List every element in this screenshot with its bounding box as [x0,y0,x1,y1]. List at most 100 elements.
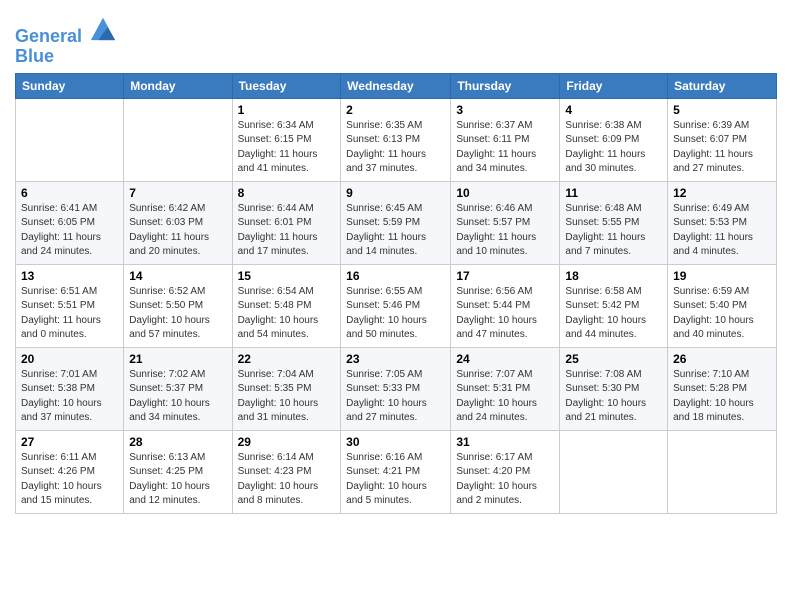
day-info: Sunrise: 7:04 AMSunset: 5:35 PMDaylight:… [238,368,336,426]
col-header-saturday: Saturday [668,73,777,98]
day-number: 28 [129,435,226,449]
calendar-table: SundayMondayTuesdayWednesdayThursdayFrid… [15,73,777,514]
day-info: Sunrise: 7:07 AMSunset: 5:31 PMDaylight:… [456,368,554,426]
day-info: Sunrise: 6:49 AMSunset: 5:53 PMDaylight:… [673,202,771,260]
calendar-cell: 23 Sunrise: 7:05 AMSunset: 5:33 PMDayligh… [341,347,451,430]
calendar-cell: 29Sunrise: 6:14 AMSunset: 4:23 PMDayligh… [232,430,341,513]
calendar-cell: 5 Sunrise: 6:39 AMSunset: 6:07 PMDaylight… [668,98,777,181]
day-info: Sunrise: 6:42 AMSunset: 6:03 PMDaylight:… [129,202,226,260]
calendar-cell: 17Sunrise: 6:56 AMSunset: 5:44 PMDayligh… [451,264,560,347]
header: General Blue [15,10,777,67]
calendar-cell: 8Sunrise: 6:44 AMSunset: 6:01 PMDaylight… [232,181,341,264]
day-number: 4 [565,103,662,117]
calendar-cell: 21 Sunrise: 7:02 AMSunset: 5:37 PMDayligh… [124,347,232,430]
day-number: 5 [673,103,771,117]
day-info: Sunrise: 7:01 AMSunset: 5:38 PMDaylight:… [21,368,118,426]
day-number: 6 [21,186,118,200]
calendar-week-row: 1 Sunrise: 6:34 AMSunset: 6:15 PMDaylight… [16,98,777,181]
day-info: Sunrise: 6:58 AMSunset: 5:42 PMDaylight:… [565,285,662,343]
day-number: 18 [565,269,662,283]
day-info: Sunrise: 6:34 AMSunset: 6:15 PMDaylight:… [238,119,336,177]
calendar-cell: 6Sunrise: 6:41 AMSunset: 6:05 PMDaylight… [16,181,124,264]
calendar-cell: 18 Sunrise: 6:58 AMSunset: 5:42 PMDayligh… [560,264,668,347]
calendar-cell: 3 Sunrise: 6:37 AMSunset: 6:11 PMDaylight… [451,98,560,181]
day-info: Sunrise: 6:11 AMSunset: 4:26 PMDaylight:… [21,451,118,509]
day-info: Sunrise: 7:10 AMSunset: 5:28 PMDaylight:… [673,368,771,426]
day-info: Sunrise: 6:55 AMSunset: 5:46 PMDaylight:… [346,285,445,343]
calendar-cell: 4 Sunrise: 6:38 AMSunset: 6:09 PMDaylight… [560,98,668,181]
calendar-cell: 11 Sunrise: 6:48 AMSunset: 5:55 PMDayligh… [560,181,668,264]
page: General Blue SundayMondayTuesdayWednesda… [0,0,792,524]
calendar-cell [16,98,124,181]
logo-blue: Blue [15,47,117,67]
calendar-cell: 16 Sunrise: 6:55 AMSunset: 5:46 PMDayligh… [341,264,451,347]
calendar-cell: 9 Sunrise: 6:45 AMSunset: 5:59 PMDaylight… [341,181,451,264]
calendar-week-row: 13 Sunrise: 6:51 AMSunset: 5:51 PMDayligh… [16,264,777,347]
calendar-cell: 15Sunrise: 6:54 AMSunset: 5:48 PMDayligh… [232,264,341,347]
day-number: 14 [129,269,226,283]
calendar-cell: 19 Sunrise: 6:59 AMSunset: 5:40 PMDayligh… [668,264,777,347]
calendar-cell [560,430,668,513]
day-number: 26 [673,352,771,366]
calendar-cell: 28 Sunrise: 6:13 AMSunset: 4:25 PMDayligh… [124,430,232,513]
logo-general: General [15,26,82,46]
day-number: 9 [346,186,445,200]
logo-icon [89,14,117,42]
day-number: 3 [456,103,554,117]
calendar-cell: 13 Sunrise: 6:51 AMSunset: 5:51 PMDayligh… [16,264,124,347]
calendar-cell: 10Sunrise: 6:46 AMSunset: 5:57 PMDayligh… [451,181,560,264]
day-number: 19 [673,269,771,283]
col-header-wednesday: Wednesday [341,73,451,98]
calendar-cell [124,98,232,181]
day-info: Sunrise: 7:05 AMSunset: 5:33 PMDaylight:… [346,368,445,426]
day-info: Sunrise: 6:16 AMSunset: 4:21 PMDaylight:… [346,451,445,509]
calendar-cell: 26 Sunrise: 7:10 AMSunset: 5:28 PMDayligh… [668,347,777,430]
day-number: 30 [346,435,445,449]
day-number: 25 [565,352,662,366]
calendar-week-row: 20Sunrise: 7:01 AMSunset: 5:38 PMDayligh… [16,347,777,430]
day-info: Sunrise: 6:39 AMSunset: 6:07 PMDaylight:… [673,119,771,177]
day-number: 29 [238,435,336,449]
day-number: 31 [456,435,554,449]
calendar-cell: 2 Sunrise: 6:35 AMSunset: 6:13 PMDaylight… [341,98,451,181]
calendar-cell: 24 Sunrise: 7:07 AMSunset: 5:31 PMDayligh… [451,347,560,430]
day-number: 11 [565,186,662,200]
day-number: 13 [21,269,118,283]
calendar-cell: 31 Sunrise: 6:17 AMSunset: 4:20 PMDayligh… [451,430,560,513]
calendar-cell [668,430,777,513]
day-info: Sunrise: 6:38 AMSunset: 6:09 PMDaylight:… [565,119,662,177]
col-header-friday: Friday [560,73,668,98]
day-number: 16 [346,269,445,283]
day-info: Sunrise: 6:44 AMSunset: 6:01 PMDaylight:… [238,202,336,260]
col-header-monday: Monday [124,73,232,98]
col-header-thursday: Thursday [451,73,560,98]
calendar-cell: 1 Sunrise: 6:34 AMSunset: 6:15 PMDaylight… [232,98,341,181]
day-number: 2 [346,103,445,117]
day-info: Sunrise: 6:48 AMSunset: 5:55 PMDaylight:… [565,202,662,260]
calendar-cell: 27Sunrise: 6:11 AMSunset: 4:26 PMDayligh… [16,430,124,513]
day-info: Sunrise: 6:45 AMSunset: 5:59 PMDaylight:… [346,202,445,260]
day-info: Sunrise: 6:37 AMSunset: 6:11 PMDaylight:… [456,119,554,177]
logo: General Blue [15,14,117,67]
day-number: 21 [129,352,226,366]
calendar-header-row: SundayMondayTuesdayWednesdayThursdayFrid… [16,73,777,98]
day-number: 1 [238,103,336,117]
calendar-cell: 14Sunrise: 6:52 AMSunset: 5:50 PMDayligh… [124,264,232,347]
day-number: 12 [673,186,771,200]
day-number: 17 [456,269,554,283]
day-number: 24 [456,352,554,366]
calendar-cell: 25Sunrise: 7:08 AMSunset: 5:30 PMDayligh… [560,347,668,430]
day-info: Sunrise: 7:02 AMSunset: 5:37 PMDaylight:… [129,368,226,426]
calendar-week-row: 27Sunrise: 6:11 AMSunset: 4:26 PMDayligh… [16,430,777,513]
day-info: Sunrise: 6:59 AMSunset: 5:40 PMDaylight:… [673,285,771,343]
col-header-tuesday: Tuesday [232,73,341,98]
day-info: Sunrise: 6:51 AMSunset: 5:51 PMDaylight:… [21,285,118,343]
day-info: Sunrise: 6:13 AMSunset: 4:25 PMDaylight:… [129,451,226,509]
day-info: Sunrise: 6:17 AMSunset: 4:20 PMDaylight:… [456,451,554,509]
day-number: 23 [346,352,445,366]
day-info: Sunrise: 6:35 AMSunset: 6:13 PMDaylight:… [346,119,445,177]
calendar-cell: 7Sunrise: 6:42 AMSunset: 6:03 PMDaylight… [124,181,232,264]
calendar-cell: 20Sunrise: 7:01 AMSunset: 5:38 PMDayligh… [16,347,124,430]
day-number: 15 [238,269,336,283]
calendar-cell: 22Sunrise: 7:04 AMSunset: 5:35 PMDayligh… [232,347,341,430]
